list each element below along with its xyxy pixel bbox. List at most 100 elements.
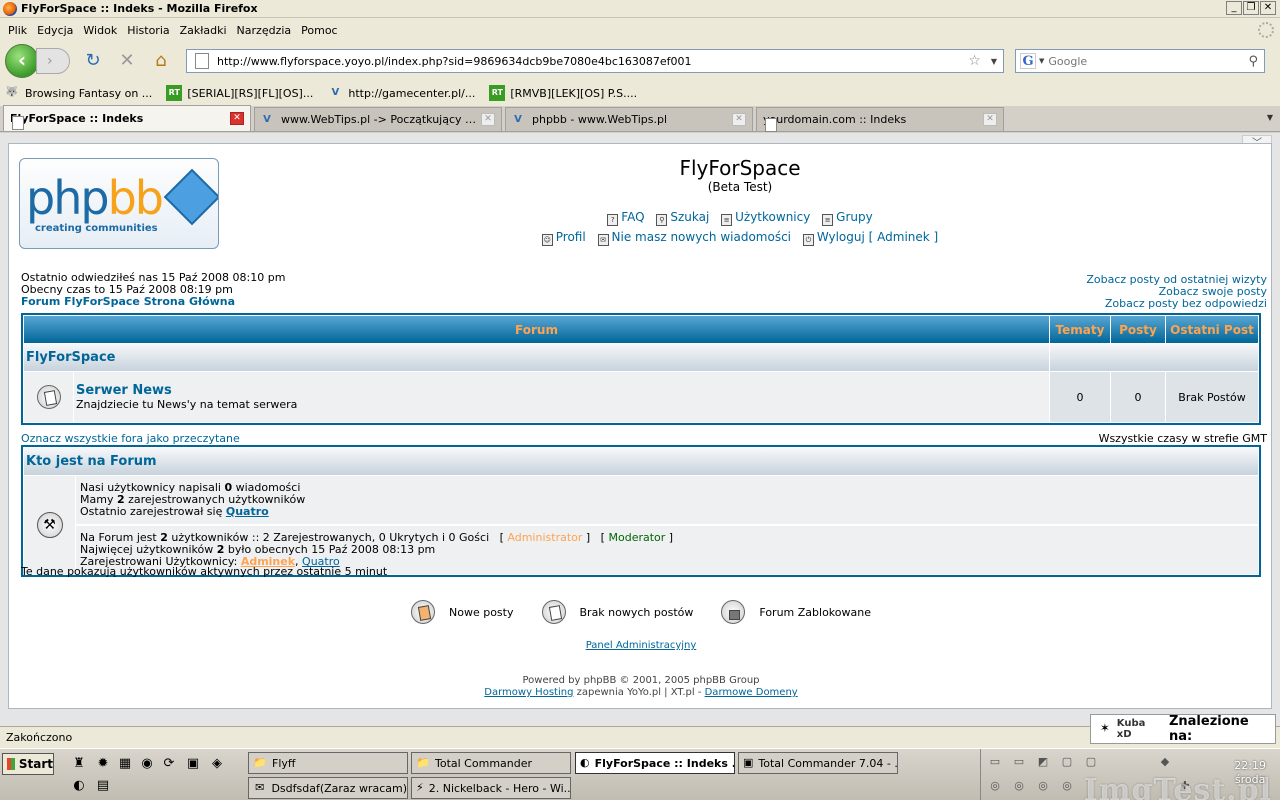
tab-list-dropdown-icon[interactable]: ▼: [1262, 108, 1278, 128]
quicklaunch-icon[interactable]: ▣: [184, 755, 202, 773]
faq-link[interactable]: ? FAQ: [607, 210, 645, 226]
quicklaunch-icon[interactable]: ▦: [116, 755, 134, 773]
reload-icon[interactable]: ↻: [82, 50, 104, 72]
mail-icon: ✉: [255, 781, 265, 794]
quicklaunch-icon[interactable]: ♜: [70, 755, 88, 773]
menu-edit[interactable]: Edycja: [37, 24, 73, 37]
search-link[interactable]: ⚲ Szukaj: [656, 210, 709, 226]
search-shortcuts: Zobacz posty od ostatniej wizyty Zobacz …: [1086, 274, 1267, 310]
home-icon[interactable]: ⌂: [150, 50, 172, 72]
history-dropdown-icon[interactable]: ▼: [991, 57, 997, 66]
wolf-icon: 🐺: [5, 87, 19, 98]
newest-user-link[interactable]: Quatro: [226, 505, 269, 518]
settings-icon[interactable]: ✹: [94, 755, 112, 773]
header-forum: Forum: [24, 316, 1049, 343]
network-icon[interactable]: ▭: [1011, 755, 1027, 769]
profile-link[interactable]: ☺ Profil: [541, 230, 586, 246]
url-bar[interactable]: http://www.flyforspace.yoyo.pl/index.php…: [186, 49, 1004, 73]
search-input[interactable]: [1048, 54, 1249, 68]
bookmark-item[interactable]: 🐺 Browsing Fantasy on ...: [4, 85, 153, 101]
taskbar-item-flyff[interactable]: 📁 Flyff: [248, 752, 408, 774]
window-title: FlyForSpace :: Indeks - Mozilla Firefox: [21, 2, 258, 15]
forum-index-link[interactable]: Forum FlyForSpace Strona Główna: [21, 296, 285, 308]
posts-count: 0: [1111, 372, 1165, 422]
engine-dropdown-icon[interactable]: ▼: [1039, 57, 1044, 65]
close-tab-icon[interactable]: ✕: [481, 113, 495, 126]
menu-help[interactable]: Pomoc: [301, 24, 337, 37]
folder-icon[interactable]: ▢: [1083, 755, 1099, 769]
free-hosting-link[interactable]: Darmowy Hosting: [484, 687, 573, 698]
taskbar-item-chat[interactable]: ✉ Dsdfsdaf(Zaraz wracam): [248, 777, 408, 799]
v-icon: V: [263, 113, 271, 125]
restore-button[interactable]: ❐: [1243, 1, 1259, 15]
bookmark-item[interactable]: RT [SERIAL][RS][FL][OS]...: [166, 85, 313, 101]
quicklaunch-icon[interactable]: ⟳: [160, 755, 178, 773]
forum-status-cell: [24, 372, 73, 422]
taskbar-item-firefox[interactable]: ◐ FlyForSpace :: Indeks ...: [575, 752, 735, 774]
tray-icon[interactable]: ◎: [1011, 779, 1027, 793]
notification-popup[interactable]: ✶ Kuba xD Znalezione na:: [1090, 714, 1276, 744]
google-icon[interactable]: G: [1020, 53, 1036, 69]
taskbar-item-tc-dialog[interactable]: ▣ Total Commander 7.04 - ...: [738, 752, 898, 774]
throbber-icon: [1258, 22, 1274, 38]
taskbar-item-total-commander[interactable]: 📁 Total Commander: [411, 752, 571, 774]
view-unanswered-link[interactable]: Zobacz posty bez odpowiedzi: [1086, 298, 1267, 310]
close-tab-icon[interactable]: ✕: [983, 113, 997, 126]
last-post-cell: Brak Postów: [1166, 372, 1258, 422]
network-icon[interactable]: ▭: [987, 755, 1003, 769]
whois-header: Kto jest na Forum: [24, 448, 1258, 475]
mark-all-read-link[interactable]: Oznacz wszystkie fora jako przeczytane: [21, 432, 240, 445]
tab-webtips-phpbb[interactable]: V phpbb - www.WebTips.pl ✕: [505, 107, 753, 131]
close-button[interactable]: ✕: [1260, 1, 1276, 15]
logout-link[interactable]: ⏻ Wyloguj [ Adminek ]: [802, 230, 938, 246]
taskbar-item-winamp[interactable]: ⚡ 2. Nickelback - Hero - Wi...: [411, 777, 571, 799]
search-icon[interactable]: ⚲: [1248, 54, 1258, 69]
window-controls: _ ❐ ✕: [1226, 1, 1276, 15]
close-tab-icon[interactable]: ✕: [230, 112, 244, 125]
whois-title[interactable]: Kto jest na Forum: [24, 448, 1258, 475]
admin-panel-link[interactable]: Panel Administracyjny: [586, 640, 697, 651]
forum-page: phpbb creating communities FlyForSpace (…: [8, 143, 1272, 709]
tray-icon[interactable]: ◩: [1035, 755, 1051, 769]
tray-icon[interactable]: ◎: [1059, 779, 1075, 793]
search-box[interactable]: G ▼ ⚲: [1015, 49, 1265, 73]
bookmark-star-icon[interactable]: ☆: [968, 53, 981, 69]
groups-link[interactable]: ≡ Grupy: [822, 210, 873, 226]
menu-view[interactable]: Widok: [83, 24, 117, 37]
folder-icon[interactable]: ▢: [1059, 755, 1075, 769]
folder-icon: 📁: [253, 756, 267, 769]
menu-bookmarks[interactable]: Zakładki: [180, 24, 227, 37]
clock[interactable]: 22:19 środa: [1234, 759, 1266, 787]
messages-link[interactable]: ✉ Nie masz nowych wiadomości: [597, 230, 791, 246]
quicklaunch-icon[interactable]: ◈: [208, 755, 226, 773]
quicklaunch-icon[interactable]: ▤: [94, 777, 112, 795]
menu-history[interactable]: Historia: [127, 24, 169, 37]
search-icon: ⚲: [656, 214, 668, 226]
free-domains-link[interactable]: Darmowe Domeny: [705, 687, 798, 698]
tab-webtips-beginner[interactable]: V www.WebTips.pl -> Początkujący web... …: [254, 107, 502, 131]
menu-file[interactable]: Plik: [8, 24, 27, 37]
tray-icon[interactable]: ◎: [1035, 779, 1051, 793]
members-link[interactable]: ≡ Użytkownicy: [721, 210, 810, 226]
bookmark-item[interactable]: V http://gamecenter.pl/...: [327, 85, 475, 101]
menu-tools[interactable]: Narzędzia: [237, 24, 292, 37]
firefox-icon[interactable]: ◐: [70, 777, 88, 795]
url-text[interactable]: http://www.flyforspace.yoyo.pl/index.php…: [217, 55, 968, 68]
back-button[interactable]: ‹: [5, 44, 39, 78]
close-tab-icon[interactable]: ✕: [732, 113, 746, 126]
category-name[interactable]: FlyForSpace: [24, 344, 1049, 371]
tray-icon[interactable]: ◆: [1157, 755, 1173, 769]
tray-icon[interactable]: ◎: [987, 779, 1003, 793]
forum-name-link[interactable]: Serwer News: [76, 383, 1049, 398]
forward-button[interactable]: ›: [36, 48, 70, 74]
visit-info: Ostatnio odwiedziłeś nas 15 Paź 2008 08:…: [21, 272, 285, 308]
clock-day: środa: [1234, 773, 1266, 786]
quicklaunch-icon[interactable]: ◉: [138, 755, 156, 773]
bookmark-label: [RMVB][LEK][OS] P.S....: [510, 86, 638, 100]
stop-icon[interactable]: ✕: [116, 50, 138, 72]
tab-yourdomain[interactable]: yourdomain.com :: Indeks ✕: [756, 107, 1004, 132]
start-button[interactable]: Start: [2, 753, 54, 775]
bookmark-item[interactable]: RT [RMVB][LEK][OS] P.S....: [489, 85, 637, 101]
tab-flyforspace[interactable]: FlyForSpace :: Indeks ✕: [3, 105, 251, 131]
minimize-button[interactable]: _: [1226, 1, 1242, 15]
